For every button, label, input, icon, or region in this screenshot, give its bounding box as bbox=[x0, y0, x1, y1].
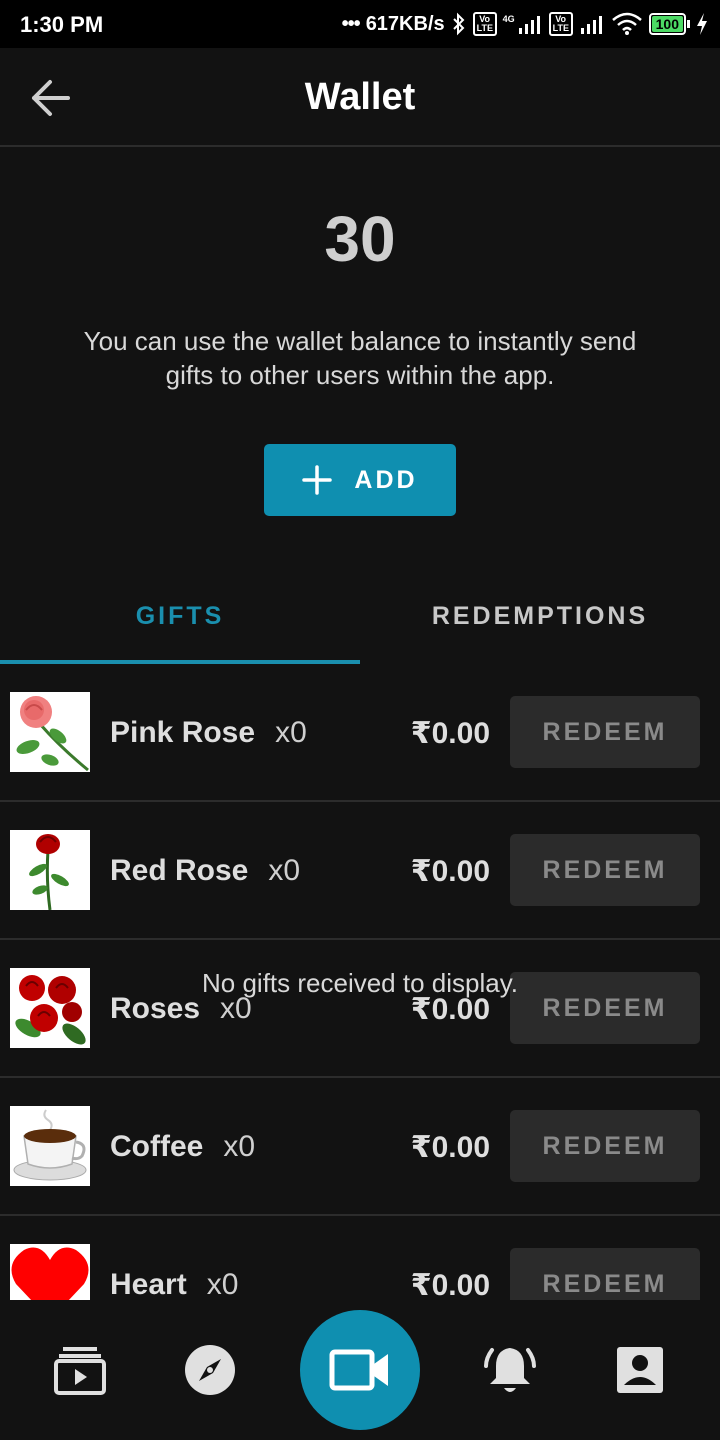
gift-price: ₹0.00 bbox=[410, 1269, 490, 1300]
explore-compass-icon[interactable] bbox=[180, 1340, 240, 1400]
status-icons: ••• 617KB/s Vo LTE 4G Vo LTE 100 bbox=[342, 10, 708, 38]
tab-gifts[interactable]: GIFTS bbox=[0, 580, 360, 664]
gift-name: Pink Rose x0 bbox=[110, 716, 307, 749]
app-bar: Wallet bbox=[0, 48, 720, 147]
redeem-button[interactable]: REDEEM bbox=[510, 1248, 700, 1300]
battery-icon: 100 bbox=[648, 13, 690, 35]
list-item: Red Rose x0 ₹0.00 REDEEM bbox=[0, 802, 720, 940]
redeem-button[interactable]: REDEEM bbox=[510, 696, 700, 768]
gift-price: ₹0.00 bbox=[410, 717, 490, 750]
gift-quantity: x0 bbox=[268, 854, 301, 887]
feed-icon[interactable] bbox=[50, 1340, 110, 1400]
list-item: Roses x0 ₹0.00 REDEEM bbox=[0, 940, 720, 1078]
add-funds-button[interactable]: ADD bbox=[264, 444, 456, 516]
tab-redemptions[interactable]: REDEMPTIONS bbox=[360, 580, 720, 664]
coffee-cup-icon bbox=[10, 1106, 90, 1186]
charging-icon bbox=[696, 13, 708, 35]
wallet-description: You can use the wallet balance to instan… bbox=[83, 326, 637, 390]
wifi-icon bbox=[611, 12, 643, 36]
network-speed: 617KB/s bbox=[365, 12, 445, 35]
gift-quantity: x0 bbox=[275, 716, 307, 749]
list-item: Pink Rose x0 ₹0.00 REDEEM bbox=[0, 664, 720, 802]
pink-rose-icon bbox=[10, 692, 90, 772]
wallet-tabs: GIFTS REDEMPTIONS bbox=[0, 580, 720, 664]
volte-icon: Vo LTE bbox=[548, 12, 573, 36]
gift-quantity: x0 bbox=[223, 1130, 256, 1163]
list-item: Heart x0 ₹0.00 REDEEM bbox=[0, 1216, 720, 1300]
signal-4g-icon: 4G bbox=[503, 14, 543, 34]
red-rose-icon bbox=[10, 830, 90, 910]
bottom-navigation bbox=[0, 1300, 720, 1440]
redeem-button[interactable]: REDEEM bbox=[510, 1110, 700, 1182]
gift-quantity: x0 bbox=[206, 1268, 239, 1300]
gift-price: ₹0.00 bbox=[410, 1131, 490, 1164]
signal-icon bbox=[579, 14, 605, 34]
video-call-icon[interactable] bbox=[300, 1310, 420, 1430]
list-item: Coffee x0 ₹0.00 REDEEM bbox=[0, 1078, 720, 1216]
bluetooth-icon bbox=[451, 12, 467, 36]
add-button-label: ADD bbox=[354, 465, 418, 494]
status-time: 1:30 PM bbox=[20, 12, 104, 37]
empty-state-message: No gifts received to display. bbox=[202, 968, 518, 998]
status-bar: 1:30 PM ••• 617KB/s Vo LTE 4G Vo LTE 100 bbox=[0, 0, 720, 48]
gift-name: Red Rose x0 bbox=[110, 854, 301, 887]
plus-icon bbox=[302, 465, 333, 495]
volte-icon: Vo LTE bbox=[472, 12, 497, 36]
page-title: Wallet bbox=[304, 76, 416, 118]
gift-name: Coffee x0 bbox=[110, 1130, 256, 1163]
gift-name: Heart x0 bbox=[110, 1268, 239, 1300]
redeem-button[interactable]: REDEEM bbox=[510, 834, 700, 906]
wallet-balance: 30 bbox=[324, 203, 396, 275]
profile-icon[interactable] bbox=[610, 1340, 670, 1400]
more-dots-icon: ••• bbox=[341, 12, 361, 35]
heart-icon bbox=[10, 1244, 90, 1300]
notifications-bell-icon[interactable] bbox=[480, 1340, 540, 1400]
gift-price: ₹0.00 bbox=[410, 855, 490, 888]
